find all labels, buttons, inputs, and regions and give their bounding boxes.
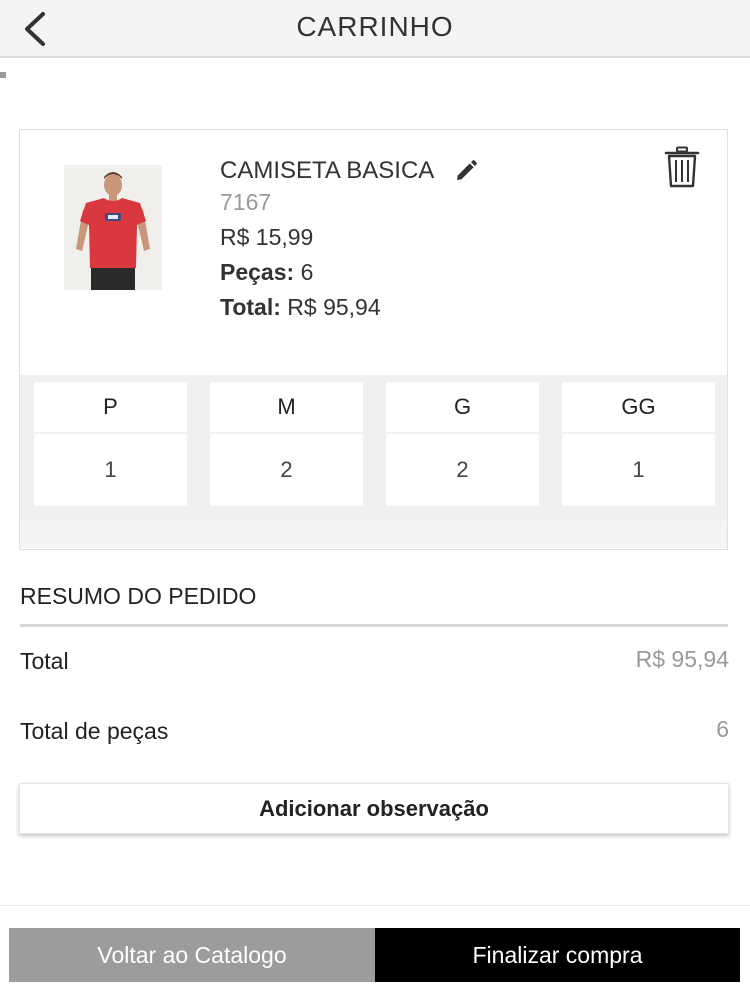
summary-total-value: R$ 95,94 [635, 646, 729, 672]
divider [20, 624, 728, 627]
product-info: CAMISETA BASICA 7167 R$ 15,99 Peças: 6 T… [220, 156, 480, 324]
size-quantity[interactable]: 1 [562, 434, 715, 506]
size-grid: P 1 M 2 G 2 GG 1 [20, 375, 727, 521]
product-total-value: R$ 95,94 [287, 294, 381, 320]
size-column-m: M 2 [210, 382, 363, 508]
cart-item-card: CAMISETA BASICA 7167 R$ 15,99 Peças: 6 T… [19, 129, 728, 550]
product-image[interactable] [64, 165, 162, 290]
pieces-label: Peças: [220, 259, 295, 285]
product-name[interactable]: CAMISETA BASICA [220, 157, 434, 185]
summary-total-label: Total [20, 648, 69, 674]
size-label: GG [562, 382, 715, 432]
delete-item-button[interactable] [660, 144, 704, 190]
pieces-value: 6 [300, 259, 314, 285]
product-code: 7167 [220, 189, 272, 215]
page-title: CARRINHO [296, 11, 454, 42]
finish-purchase-button[interactable]: Finalizar compra [375, 928, 740, 982]
edit-button[interactable] [452, 157, 480, 185]
size-column-g: G 2 [386, 382, 539, 508]
size-label: P [34, 382, 187, 432]
product-unit-price: R$ 15,99 [220, 224, 314, 250]
summary-pieces-label: Total de peças [20, 718, 169, 744]
divider [0, 905, 750, 906]
back-to-catalog-button[interactable]: Voltar ao Catalogo [9, 928, 375, 982]
size-grid-footer [20, 521, 727, 548]
order-summary-title: RESUMO DO PEDIDO [20, 583, 257, 609]
scroll-indicator [0, 72, 6, 78]
app-header: CARRINHO [0, 0, 750, 58]
pencil-icon [457, 160, 478, 180]
size-column-p: P 1 [34, 382, 187, 508]
product-total-label: Total: [220, 294, 281, 320]
product-pieces: Peças: 6 [220, 259, 480, 289]
size-label: G [386, 382, 539, 432]
size-quantity[interactable]: 2 [210, 434, 363, 506]
trash-icon [664, 146, 700, 188]
product-name-row: CAMISETA BASICA [220, 156, 480, 186]
size-column-gg: GG 1 [562, 382, 715, 508]
add-note-button[interactable]: Adicionar observação [19, 783, 729, 834]
product-total: Total: R$ 95,94 [220, 294, 480, 324]
summary-pieces-value: 6 [716, 716, 729, 742]
size-quantity[interactable]: 2 [386, 434, 539, 506]
size-quantity[interactable]: 1 [34, 434, 187, 506]
size-label: M [210, 382, 363, 432]
